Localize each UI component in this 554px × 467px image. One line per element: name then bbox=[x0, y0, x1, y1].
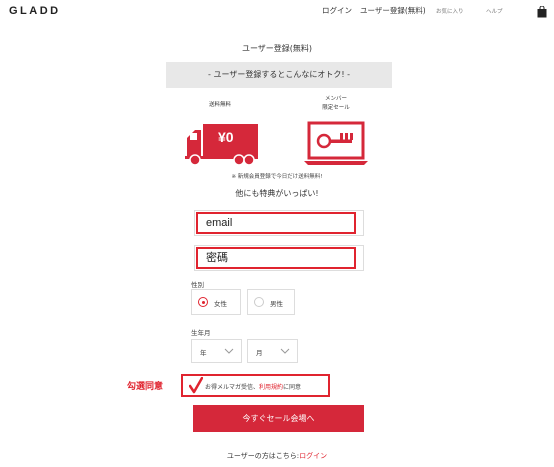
benefit-sale-caption-line2: 限定セール bbox=[322, 105, 350, 111]
gender-male-label: 男性 bbox=[270, 300, 283, 308]
gender-female-label: 女性 bbox=[214, 300, 227, 308]
benefits-banner: - ユーザー登録するとこんなにオトク! - bbox=[166, 62, 392, 88]
gender-option-male[interactable]: 男性 bbox=[247, 289, 295, 315]
year-select-value: 年 bbox=[200, 349, 207, 357]
month-select[interactable]: 月 bbox=[247, 339, 298, 363]
site-logo[interactable]: GLADD bbox=[9, 5, 61, 17]
nav-login[interactable]: ログイン bbox=[322, 5, 352, 16]
shipping-note: ※ 新規会員登録で今日だけ送料無料! bbox=[231, 174, 323, 180]
benefit-sale-caption-line1: メンバー bbox=[324, 96, 347, 102]
truck-price-label: ¥0 bbox=[218, 129, 234, 145]
gender-option-female[interactable]: 女性 bbox=[191, 289, 241, 315]
month-select-value: 月 bbox=[256, 349, 263, 357]
terms-link[interactable]: 利用規約 bbox=[259, 384, 283, 391]
more-benefits-text: 他にも特典がいっぱい! bbox=[235, 189, 319, 198]
nav-favorites[interactable]: お気に入り bbox=[436, 7, 464, 15]
chevron-down-icon bbox=[224, 348, 234, 354]
nav-register[interactable]: ユーザー登録(無料) bbox=[360, 5, 426, 16]
benefit-shipping-caption: 送料無料 bbox=[208, 102, 231, 108]
radio-unselected-icon bbox=[254, 297, 264, 307]
footer-login-prompt: ユーザーの方はこちら:ログイン bbox=[226, 452, 328, 460]
consent-checkbox-row[interactable]: お得メルマガ受信、利用規約に同意 bbox=[181, 374, 330, 397]
password-field[interactable]: 密碼 bbox=[196, 247, 356, 269]
year-select[interactable]: 年 bbox=[191, 339, 242, 363]
nav-help[interactable]: ヘルプ bbox=[486, 7, 503, 15]
checkmark-icon bbox=[189, 377, 203, 394]
email-field[interactable]: email bbox=[196, 212, 356, 234]
laptop-key-icon bbox=[304, 121, 368, 167]
consent-text: お得メルマガ受信、利用規約に同意 bbox=[205, 384, 302, 391]
footer-login-link[interactable]: ログイン bbox=[299, 452, 327, 460]
submit-button[interactable]: 今すぐセール会場へ bbox=[193, 405, 364, 432]
birth-label: 生年月 bbox=[191, 329, 211, 337]
gender-label: 性別 bbox=[191, 281, 204, 289]
page-title: ユーザー登録(無料) bbox=[241, 44, 313, 53]
chevron-down-icon bbox=[280, 348, 290, 354]
consent-annotation: 勾選同意 bbox=[127, 382, 164, 392]
shopping-bag-icon[interactable] bbox=[537, 3, 547, 18]
radio-selected-icon bbox=[198, 297, 208, 307]
